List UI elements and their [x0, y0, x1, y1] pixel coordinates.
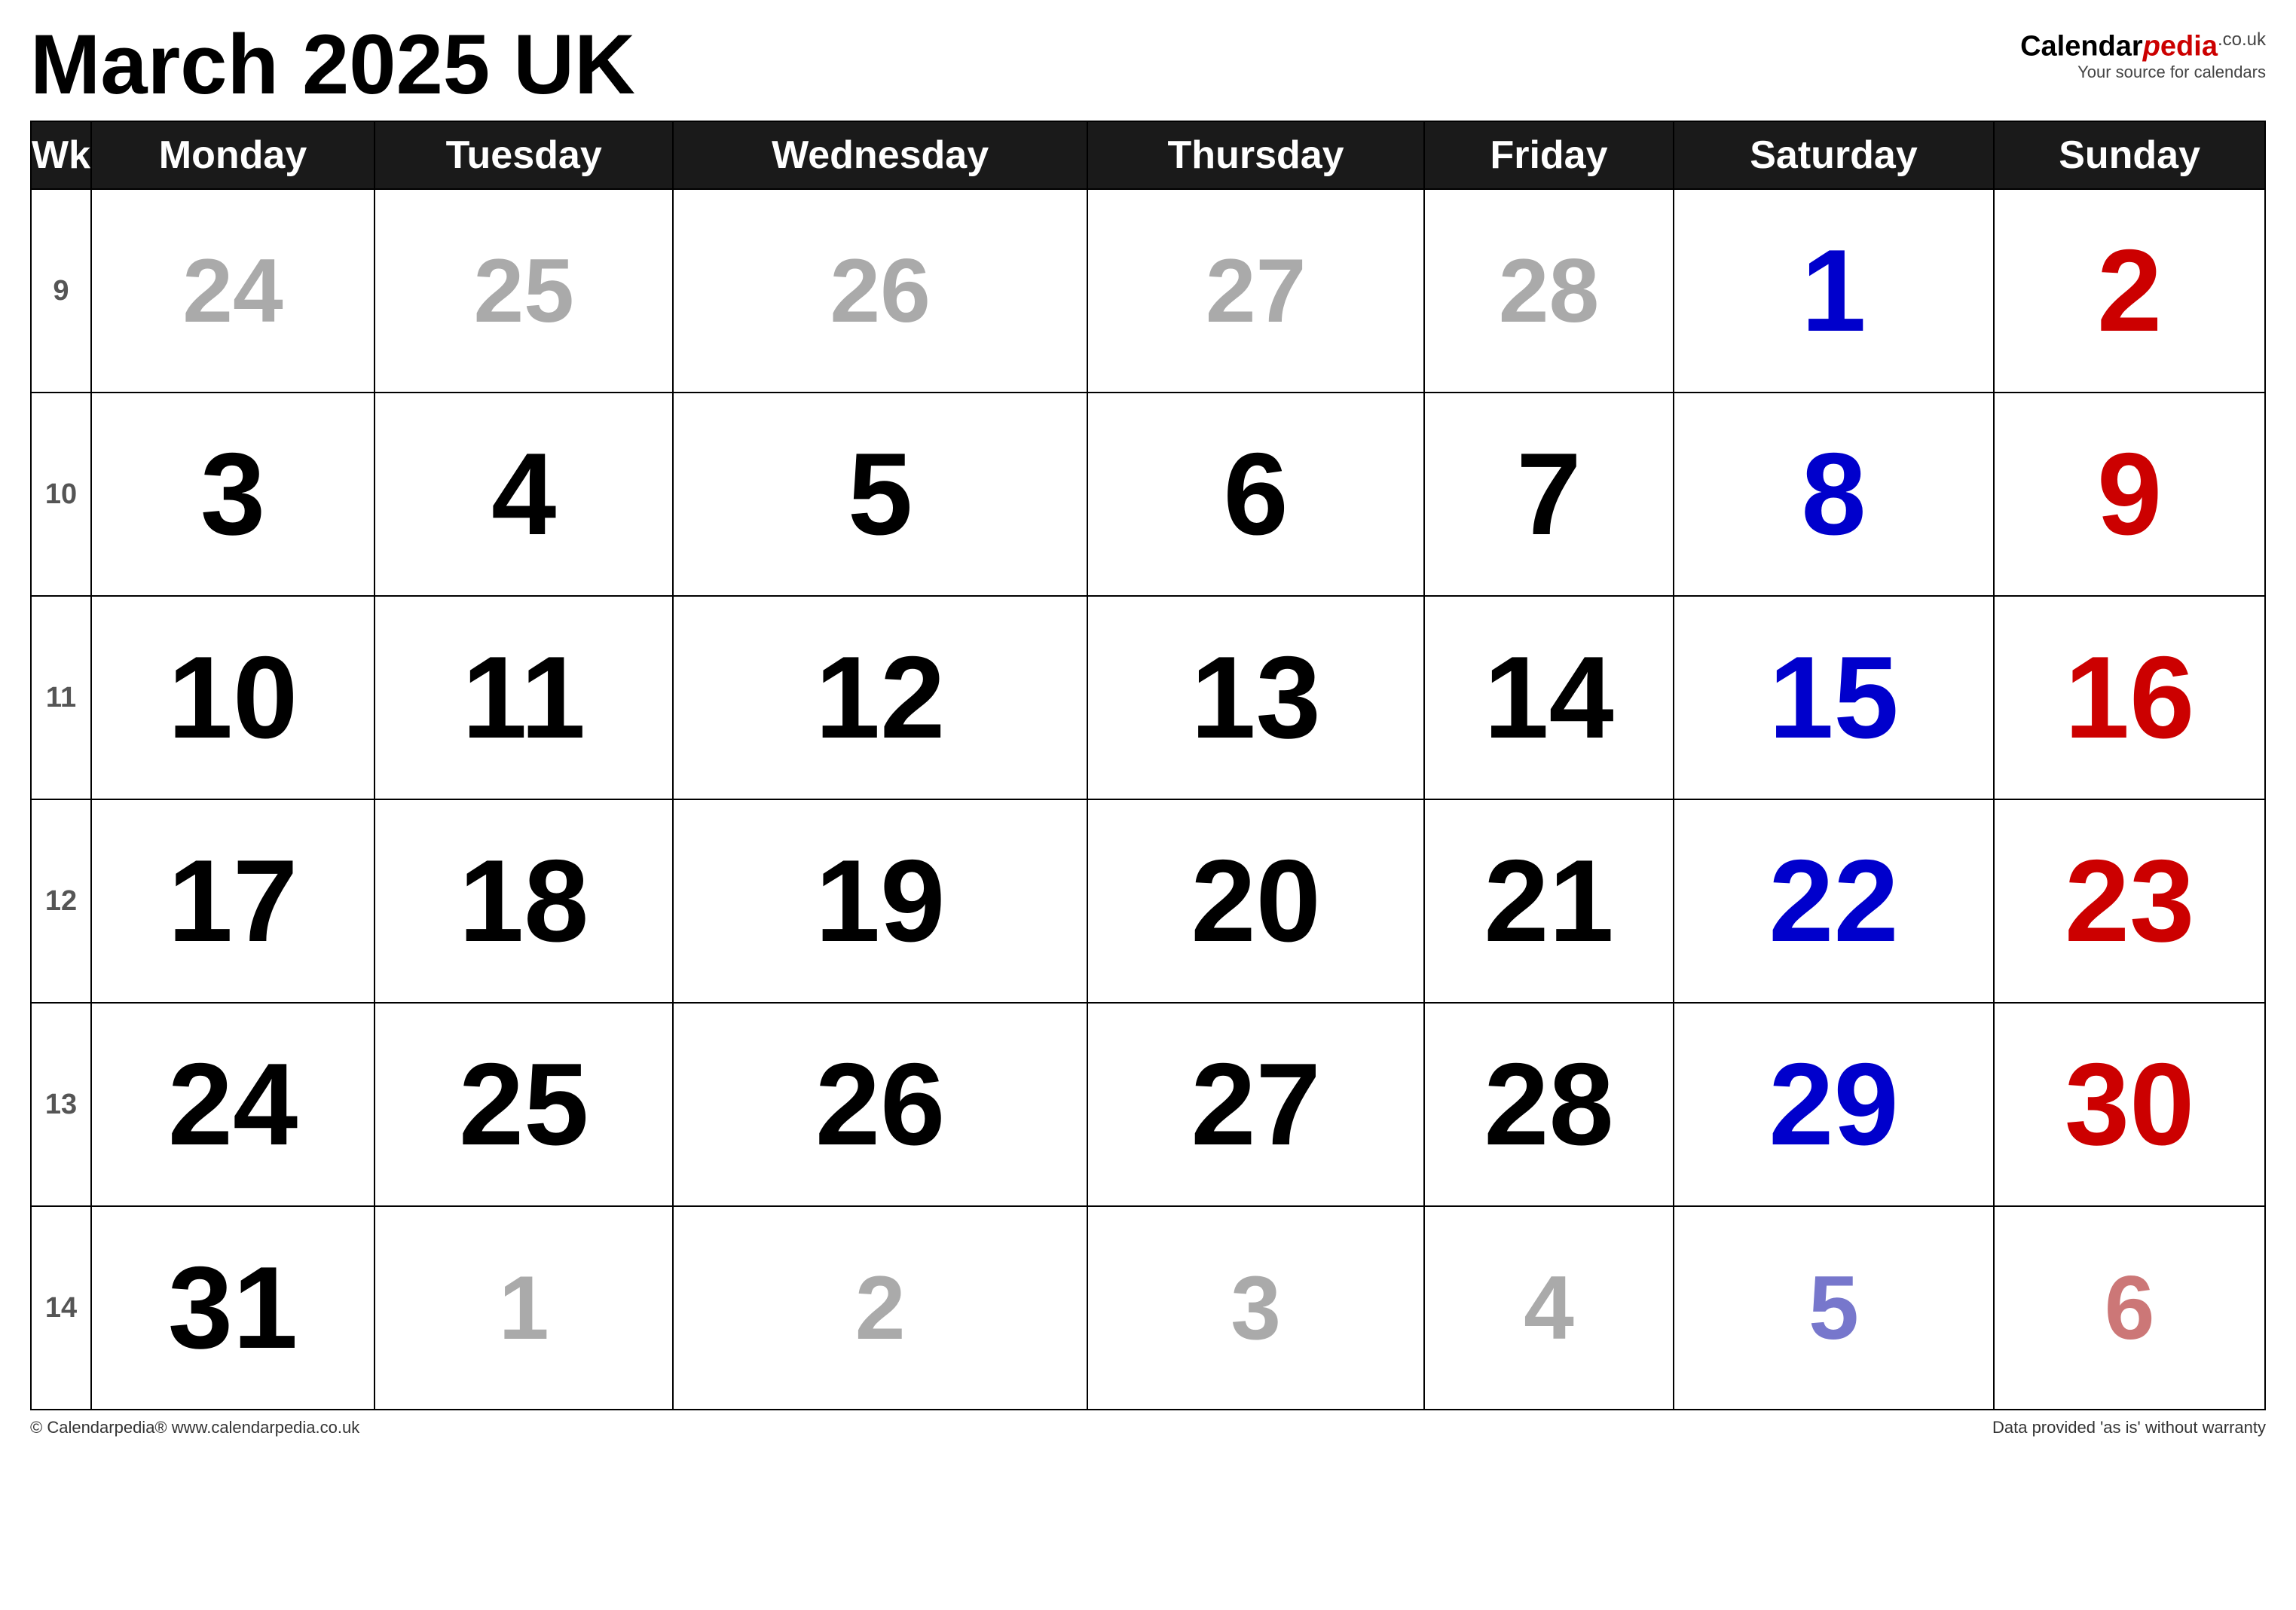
calendar-row: 1324252627282930 — [31, 1003, 2265, 1206]
week-number: 14 — [31, 1206, 91, 1410]
calendar-row: 1217181920212223 — [31, 799, 2265, 1003]
page-footer: © Calendarpedia® www.calendarpedia.co.uk… — [30, 1418, 2266, 1437]
calendar-day: 28 — [1424, 189, 1674, 393]
thursday-header: Thursday — [1087, 121, 1424, 189]
calendar-day: 9 — [1994, 393, 2265, 596]
week-number: 12 — [31, 799, 91, 1003]
calendar-day: 26 — [673, 1003, 1087, 1206]
calendar-day: 6 — [1087, 393, 1424, 596]
week-number: 9 — [31, 189, 91, 393]
page-title: March 2025 UK — [30, 23, 635, 107]
calendar-day: 22 — [1674, 799, 1994, 1003]
calendar-day: 3 — [91, 393, 375, 596]
logo-tld: .co.uk — [2218, 29, 2266, 50]
calendar-day: 25 — [375, 1003, 673, 1206]
calendar-day: 7 — [1424, 393, 1674, 596]
wednesday-header: Wednesday — [673, 121, 1087, 189]
calendar-day: 13 — [1087, 596, 1424, 799]
calendar-day: 14 — [1424, 596, 1674, 799]
calendar-day: 21 — [1424, 799, 1674, 1003]
sunday-header: Sunday — [1994, 121, 2265, 189]
week-number: 10 — [31, 393, 91, 596]
calendar-day: 27 — [1087, 1003, 1424, 1206]
calendar-day: 17 — [91, 799, 375, 1003]
calendar-day: 25 — [375, 189, 673, 393]
calendar-header-row: Wk Monday Tuesday Wednesday Thursday Fri… — [31, 121, 2265, 189]
calendar-day: 29 — [1674, 1003, 1994, 1206]
logo-block: Calendarpedia.co.uk Your source for cale… — [2020, 23, 2266, 82]
calendar-day: 10 — [91, 596, 375, 799]
calendar-day: 23 — [1994, 799, 2265, 1003]
week-number: 11 — [31, 596, 91, 799]
calendar-day: 3 — [1087, 1206, 1424, 1410]
calendar-day: 19 — [673, 799, 1087, 1003]
calendar-day: 4 — [375, 393, 673, 596]
calendar-day: 2 — [673, 1206, 1087, 1410]
calendar-day: 8 — [1674, 393, 1994, 596]
calendar-day: 28 — [1424, 1003, 1674, 1206]
calendar-day: 2 — [1994, 189, 2265, 393]
calendar-day: 1 — [375, 1206, 673, 1410]
tuesday-header: Tuesday — [375, 121, 673, 189]
calendar-day: 12 — [673, 596, 1087, 799]
logo-tagline: Your source for calendars — [2020, 63, 2266, 82]
calendar-day: 27 — [1087, 189, 1424, 393]
wk-col-header: Wk — [31, 121, 91, 189]
calendar-day: 1 — [1674, 189, 1994, 393]
calendar-row: 1110111213141516 — [31, 596, 2265, 799]
calendar-day: 20 — [1087, 799, 1424, 1003]
monday-header: Monday — [91, 121, 375, 189]
friday-header: Friday — [1424, 121, 1674, 189]
logo-text: Calendarpedia.co.uk — [2020, 30, 2266, 63]
calendar-day: 5 — [1674, 1206, 1994, 1410]
calendar-day: 5 — [673, 393, 1087, 596]
calendar-row: 1431123456 — [31, 1206, 2265, 1410]
calendar-day: 11 — [375, 596, 673, 799]
calendar-day: 4 — [1424, 1206, 1674, 1410]
calendar-day: 16 — [1994, 596, 2265, 799]
calendar-table: Wk Monday Tuesday Wednesday Thursday Fri… — [30, 121, 2266, 1410]
calendar-day: 26 — [673, 189, 1087, 393]
calendar-day: 24 — [91, 1003, 375, 1206]
saturday-header: Saturday — [1674, 121, 1994, 189]
page-header: March 2025 UK Calendarpedia.co.uk Your s… — [30, 23, 2266, 107]
calendar-day: 18 — [375, 799, 673, 1003]
calendar-row: 103456789 — [31, 393, 2265, 596]
calendar-day: 31 — [91, 1206, 375, 1410]
footer-right: Data provided 'as is' without warranty — [1992, 1418, 2266, 1437]
calendar-row: 9242526272812 — [31, 189, 2265, 393]
calendar-day: 15 — [1674, 596, 1994, 799]
footer-left: © Calendarpedia® www.calendarpedia.co.uk — [30, 1418, 359, 1437]
calendar-day: 30 — [1994, 1003, 2265, 1206]
week-number: 13 — [31, 1003, 91, 1206]
calendar-day: 24 — [91, 189, 375, 393]
calendar-day: 6 — [1994, 1206, 2265, 1410]
